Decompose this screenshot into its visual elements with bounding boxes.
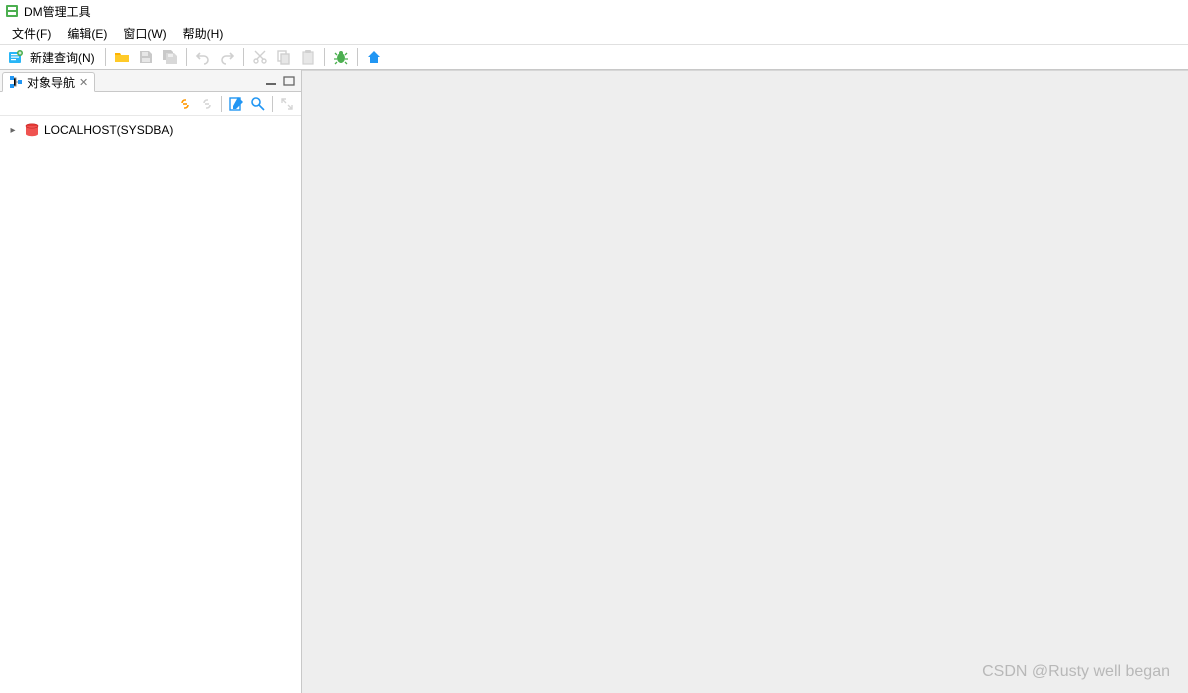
object-nav-tab-label: 对象导航 [27,74,75,91]
save-icon [135,46,157,68]
database-icon [24,122,40,138]
menu-file[interactable]: 文件(F) [4,23,59,44]
object-tree[interactable]: ▸ LOCALHOST(SYSDBA) [0,116,301,693]
main-toolbar: 新建查询(N) [0,44,1188,70]
edit-icon[interactable] [226,94,246,114]
sidebar-separator [272,96,273,112]
minimize-view-icon[interactable] [263,74,279,88]
workspace: 对象导航 ✕ [0,70,1188,693]
redo-icon [216,46,238,68]
undo-icon [192,46,214,68]
copy-icon [273,46,295,68]
menu-edit[interactable]: 编辑(E) [59,23,115,44]
tree-node-label: LOCALHOST(SYSDBA) [44,123,173,137]
chevron-right-icon[interactable]: ▸ [6,125,20,136]
new-query-button[interactable]: 新建查询(N) [30,49,95,66]
bug-icon[interactable] [330,46,352,68]
title-bar: DM管理工具 [0,0,1188,22]
object-nav-tab[interactable]: 对象导航 ✕ [2,72,95,92]
app-title: DM管理工具 [24,3,91,20]
tree-icon [9,75,23,89]
link-icon[interactable] [175,94,195,114]
sidebar-separator [221,96,222,112]
sidebar-panel: 对象导航 ✕ [0,70,302,693]
toolbar-separator [324,48,325,66]
search-icon[interactable] [248,94,268,114]
toolbar-separator [243,48,244,66]
open-folder-icon[interactable] [111,46,133,68]
toolbar-separator [357,48,358,66]
menu-bar: 文件(F) 编辑(E) 窗口(W) 帮助(H) [0,22,1188,44]
cut-icon [249,46,271,68]
link-disabled-icon [197,94,217,114]
sidebar-toolbar [0,92,301,116]
save-all-icon [159,46,181,68]
maximize-view-icon[interactable] [281,74,297,88]
tab-strip-controls [263,74,301,88]
app-icon [4,3,20,19]
toolbar-separator [105,48,106,66]
paste-icon [297,46,319,68]
close-icon[interactable]: ✕ [79,76,88,89]
editor-area [302,70,1188,693]
toolbar-separator [186,48,187,66]
tree-node-localhost[interactable]: ▸ LOCALHOST(SYSDBA) [0,120,301,140]
menu-help[interactable]: 帮助(H) [175,23,232,44]
menu-window[interactable]: 窗口(W) [115,23,174,44]
new-query-icon[interactable] [5,46,27,68]
collapse-all-icon [277,94,297,114]
home-icon[interactable] [363,46,385,68]
sidebar-tab-strip: 对象导航 ✕ [0,70,301,92]
